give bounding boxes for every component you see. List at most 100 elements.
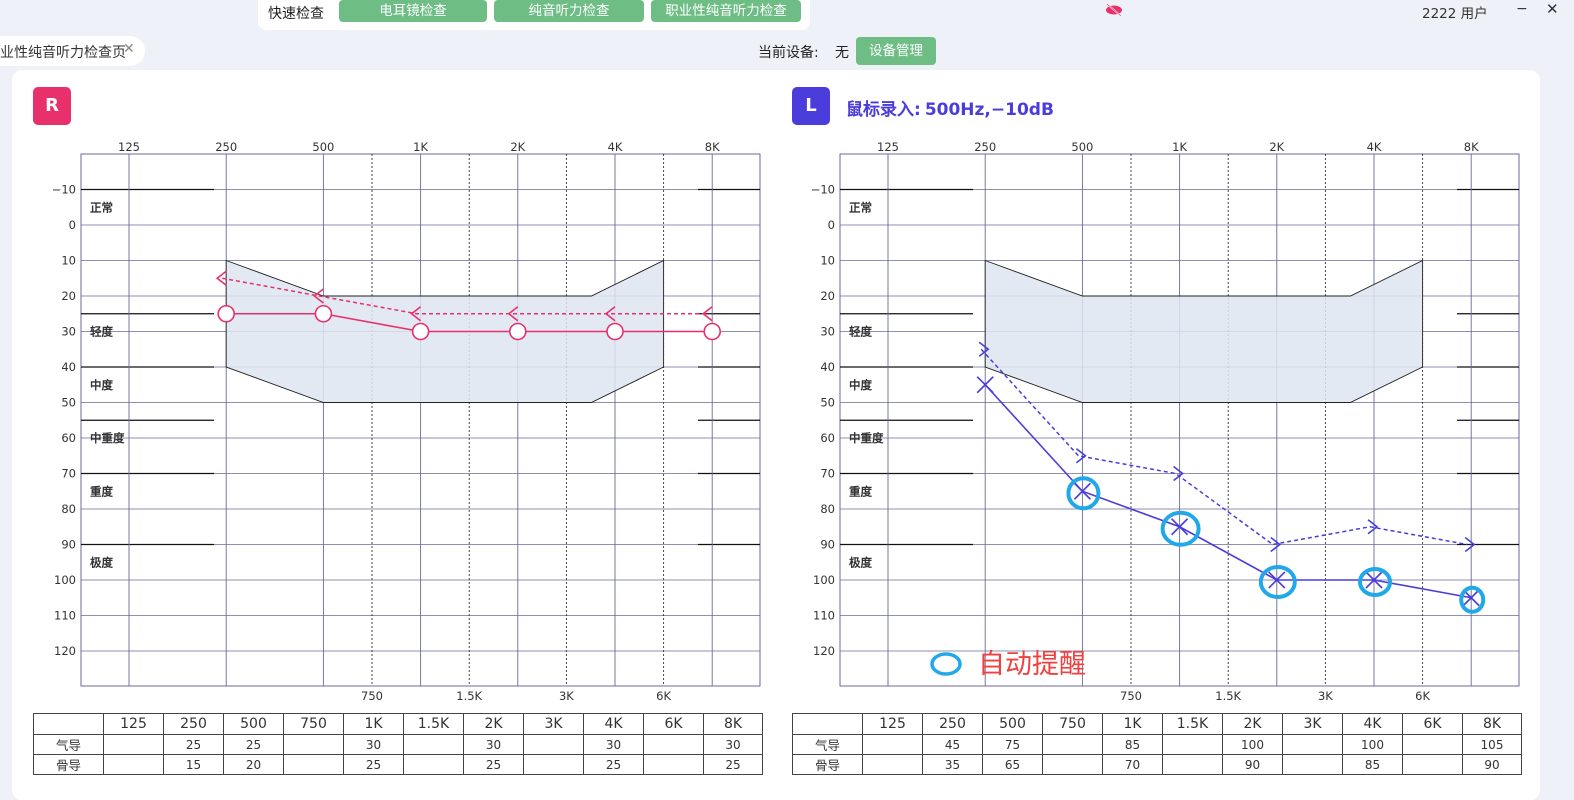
table-cell[interactable] [1042,754,1103,775]
table-header-cell: 8K [703,713,763,735]
table-header-row: 125 250 500 750 1K 1.5K 2K 3K 4K 6K 8K [792,713,1522,735]
table-cell[interactable]: 20 [223,754,284,775]
reminder-label: 自动提醒 [978,649,1086,680]
db-tick-label: 60 [61,431,76,445]
table-cell[interactable]: 85 [1342,754,1403,775]
db-tick-label: 100 [813,573,835,587]
table-cell[interactable] [103,734,164,755]
table-cell[interactable]: 30 [463,734,524,755]
table-cell[interactable] [862,754,923,775]
db-tick-label: 20 [61,289,76,303]
degree-label: 正常 [90,200,113,214]
table-cell[interactable]: 30 [583,734,644,755]
audiogram-charts[interactable]: 125 250 500 1K 2K 4K 8K 750 1.5K 3K 6K −10 0 10 20 30 40… [0,0,1574,794]
db-tick-label: 30 [61,325,76,339]
table-cell[interactable]: 25 [163,734,224,755]
table-cell[interactable]: 100 [1222,734,1283,755]
table-cell[interactable] [1402,754,1463,775]
table-cell[interactable] [1282,754,1343,775]
table-cell[interactable]: 105 [1462,734,1522,755]
table-cell[interactable]: 15 [163,754,224,775]
table-cell[interactable] [1282,734,1343,755]
table-row: 气导 45 75 85 100 100 105 [792,734,1522,755]
table-cell[interactable]: 25 [583,754,644,775]
freq-label-top: 1K [413,140,428,154]
table-header-cell: 2K [1222,713,1283,735]
table-cell[interactable]: 90 [1462,754,1522,775]
freq-label-bottom: 750 [1120,689,1142,703]
table-cell[interactable] [523,754,584,775]
table-cell[interactable] [1042,734,1103,755]
table-header-cell: 500 [982,713,1043,735]
freq-label-bottom: 750 [361,689,383,703]
audiogram-left: 125 250 500 1K 2K 4K 8K 750 1.5K 3K 6K −10 0 10 20 30 40… [811,140,1520,703]
freq-label-bottom: 6K [656,689,671,703]
air-marker-circle [606,322,624,341]
table-cell[interactable] [283,754,344,775]
freq-label-top: 4K [1367,140,1382,154]
table-header-cell: 125 [103,713,164,735]
table-cell[interactable] [643,734,704,755]
table-cell[interactable]: 90 [1222,754,1283,775]
table-cell[interactable] [403,734,464,755]
freq-label-bottom: 6K [1415,689,1430,703]
table-cell[interactable]: 35 [922,754,983,775]
left-ear-table: 125 250 500 750 1K 1.5K 2K 3K 4K 6K 8K 气导 45 75 85 100 1… [792,713,1522,775]
db-tick-label: 70 [61,467,76,481]
table-header-cell: 1.5K [1162,713,1223,735]
table-row: 气导 25 25 30 30 30 30 [33,734,763,755]
right-ear-table: 125 250 500 750 1K 1.5K 2K 3K 4K 6K 8K 气导 25 25 30 30 30… [33,713,763,775]
freq-label-bottom: 3K [1318,689,1333,703]
table-header-cell: 4K [1342,713,1403,735]
freq-label-top: 2K [1269,140,1284,154]
table-cell[interactable]: 30 [343,734,404,755]
table-cell[interactable]: 85 [1102,734,1163,755]
table-cell[interactable]: 70 [1102,754,1163,775]
db-tick-label: 40 [820,360,835,374]
table-cell[interactable]: 25 [223,734,284,755]
freq-label-top: 250 [974,140,996,154]
db-tick-label: 80 [820,502,835,516]
table-cell[interactable] [1162,734,1223,755]
table-header-cell: 750 [283,713,344,735]
table-cell[interactable] [643,754,704,775]
table-header-cell: 8K [1462,713,1522,735]
table-header-cell: 1.5K [403,713,464,735]
table-cell[interactable] [1162,754,1223,775]
table-cell[interactable] [862,734,923,755]
table-cell[interactable]: 65 [982,754,1043,775]
table-header-cell: 2K [463,713,524,735]
table-cell[interactable]: 30 [703,734,763,755]
table-header-cell: 500 [223,713,284,735]
degree-label: 中重度 [849,431,884,445]
table-cell[interactable] [103,754,164,775]
table-cell[interactable] [403,754,464,775]
table-cell[interactable]: 25 [703,754,763,775]
freq-label-bottom: 1.5K [456,689,482,703]
db-tick-label: 90 [61,538,76,552]
table-cell[interactable]: 25 [463,754,524,775]
table-row-label: 骨导 [33,754,104,775]
table-cell[interactable]: 100 [1342,734,1403,755]
table-cell[interactable] [1402,734,1463,755]
table-cell[interactable]: 25 [343,754,404,775]
freq-label-top: 4K [608,140,623,154]
table-cell[interactable] [283,734,344,755]
degree-label: 中度 [849,378,872,392]
db-tick-label: 0 [69,218,76,232]
freq-label-top: 8K [1464,140,1479,154]
table-cell[interactable]: 45 [922,734,983,755]
table-corner-cell [33,713,104,735]
air-marker-circle [217,304,235,323]
table-header-cell: 4K [583,713,644,735]
freq-label-bottom: 3K [559,689,574,703]
air-marker-circle [703,322,722,341]
db-tick-label: 10 [820,254,835,268]
table-cell[interactable]: 75 [982,734,1043,755]
table-header-cell: 3K [523,713,584,735]
table-header-cell: 750 [1042,713,1103,735]
db-tick-label: −10 [52,183,76,197]
db-tick-label: 30 [820,325,835,339]
table-cell[interactable] [523,734,584,755]
freq-label-top: 250 [215,140,237,154]
